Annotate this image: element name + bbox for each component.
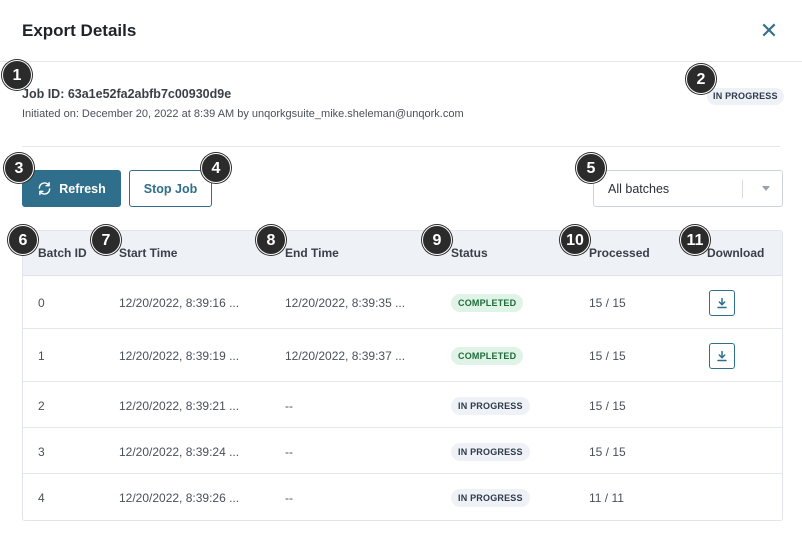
download-button[interactable] [709,290,735,316]
column-header-status: Status [451,246,488,260]
processed-cell: 15 / 15 [589,445,626,459]
annotation-marker-10: 10 [560,225,590,255]
batch-id-cell: 3 [38,445,45,459]
status-badge: COMPLETED [451,347,524,365]
column-header-end-time: End Time [285,246,339,260]
select-divider [742,180,743,198]
annotation-marker-3: 3 [4,153,34,183]
divider [22,146,780,147]
column-header-processed: Processed [589,246,650,260]
end-time-cell: 12/20/2022, 8:39:35 ... [285,296,406,310]
batch-filter-select[interactable]: All batches [593,170,783,207]
refresh-label: Refresh [59,181,106,196]
annotation-marker-7: 7 [91,225,121,255]
processed-cell: 15 / 15 [589,296,626,310]
stop-job-button[interactable]: Stop Job [129,170,212,207]
annotation-marker-1: 1 [2,60,32,90]
dialog-header: Export Details ✕ [0,0,802,62]
annotation-marker-6: 6 [8,225,38,255]
close-icon[interactable]: ✕ [758,20,780,42]
download-button[interactable] [709,343,735,369]
job-initiated-info: Initiated on: December 20, 2022 at 8:39 … [22,108,464,120]
status-badge: IN PROGRESS [451,397,530,415]
table-row: 1 12/20/2022, 8:39:19 ... 12/20/2022, 8:… [23,329,782,382]
status-badge: COMPLETED [451,294,524,312]
column-header-start-time: Start Time [119,246,178,260]
download-icon [717,297,727,309]
status-badge: IN PROGRESS [451,443,530,461]
start-time-cell: 12/20/2022, 8:39:16 ... [119,296,240,310]
column-header-download: Download [707,246,765,260]
annotation-marker-11: 11 [680,225,710,255]
batch-id-cell: 0 [38,296,45,310]
annotation-marker-4: 4 [201,153,231,183]
start-time-cell: 12/20/2022, 8:39:24 ... [119,445,240,459]
batch-id-cell: 1 [38,349,45,363]
batch-filter-value: All batches [608,182,670,196]
end-time-cell: -- [285,445,293,459]
refresh-button[interactable]: Refresh [22,170,121,207]
annotation-marker-5: 5 [576,153,606,183]
start-time-cell: 12/20/2022, 8:39:26 ... [119,491,240,505]
table-row: 4 12/20/2022, 8:39:26 ... -- IN PROGRESS… [23,474,782,520]
status-badge: IN PROGRESS [451,489,530,507]
start-time-cell: 12/20/2022, 8:39:21 ... [119,399,240,413]
annotation-marker-9: 9 [422,225,452,255]
batch-id-cell: 4 [38,491,45,505]
table-header: Batch ID Start Time End Time Status Proc… [23,231,782,276]
processed-cell: 11 / 11 [589,491,624,505]
download-icon [717,350,727,362]
chevron-down-icon [762,186,770,191]
table-row: 2 12/20/2022, 8:39:21 ... -- IN PROGRESS… [23,382,782,428]
end-time-cell: -- [285,491,293,505]
job-status-badge: IN PROGRESS [707,88,784,105]
column-header-batch-id: Batch ID [38,246,87,260]
batches-table: Batch ID Start Time End Time Status Proc… [22,230,783,521]
job-id: Job ID: 63a1e52fa2abfb7c00930d9e [22,87,232,101]
end-time-cell: 12/20/2022, 8:39:37 ... [285,349,406,363]
refresh-icon [38,181,51,196]
table-row: 0 12/20/2022, 8:39:16 ... 12/20/2022, 8:… [23,276,782,329]
annotation-marker-8: 8 [256,225,286,255]
end-time-cell: -- [285,399,293,413]
start-time-cell: 12/20/2022, 8:39:19 ... [119,349,240,363]
annotation-marker-2: 2 [686,64,716,94]
processed-cell: 15 / 15 [589,349,626,363]
table-row: 3 12/20/2022, 8:39:24 ... -- IN PROGRESS… [23,428,782,474]
batch-id-cell: 2 [38,399,45,413]
dialog-title: Export Details [22,21,137,40]
processed-cell: 15 / 15 [589,399,626,413]
